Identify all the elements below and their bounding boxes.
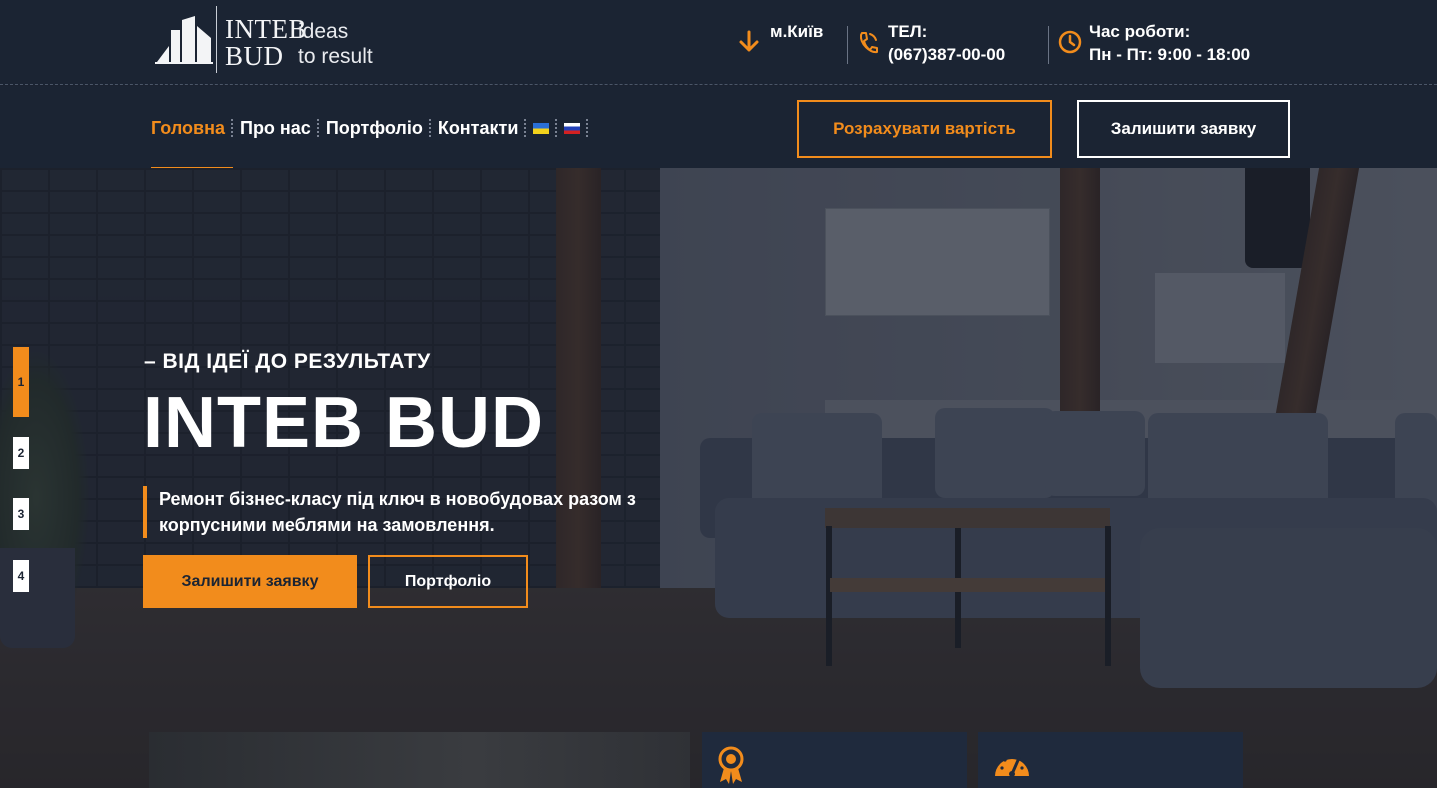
feature-card-quality[interactable] — [702, 732, 967, 788]
nav-separator — [316, 119, 320, 137]
slide-dot-2[interactable]: 2 — [13, 437, 29, 469]
top-bar: INTEB BUD ideas to result м.Київ ТЕЛ: (0… — [0, 0, 1437, 85]
hero-kicker: – ВІД ІДЕЇ ДО РЕЗУЛЬТАТУ — [144, 350, 431, 373]
city-label: м.Київ — [770, 22, 824, 41]
slide-dot-1[interactable]: 1 — [13, 347, 29, 417]
speedometer-icon — [995, 755, 1029, 777]
hours-value: Пн - Пт: 9:00 - 18:00 — [1089, 45, 1251, 64]
slide-dot-4[interactable]: 4 — [13, 560, 29, 592]
ua-flag-icon[interactable] — [533, 122, 550, 134]
arrow-down-icon — [739, 30, 759, 52]
building-logo-icon — [155, 16, 213, 64]
main-nav: Головна Про нас Портфоліо Контакти — [151, 116, 595, 140]
hours-block: Час роботи: Пн - Пт: 9:00 - 18:00 — [1058, 20, 1288, 70]
feature-card-image[interactable] — [149, 732, 690, 788]
phone-number[interactable]: (067)387-00-00 — [888, 43, 1005, 67]
nav-item-about[interactable]: Про нас — [240, 118, 311, 139]
divider — [847, 26, 848, 64]
nav-separator — [524, 119, 527, 137]
feature-card-speed[interactable] — [978, 732, 1243, 788]
hero-section — [0, 168, 1437, 788]
ru-flag-icon[interactable] — [564, 122, 581, 134]
logo-word-inteb: INTEB — [225, 14, 307, 44]
leave-request-button[interactable]: Залишити заявку — [1077, 100, 1290, 158]
nav-separator — [231, 119, 234, 137]
nav-item-contacts[interactable]: Контакти — [438, 118, 519, 139]
logo-tagline-result: to result — [298, 45, 373, 68]
nav-separator — [586, 119, 589, 137]
calculate-cost-button[interactable]: Розрахувати вартість — [797, 100, 1052, 158]
hours-title: Час роботи: — [1089, 22, 1191, 41]
nav-separator — [428, 119, 432, 137]
nav-separator — [555, 119, 558, 137]
logo-word-bud: BUD — [225, 41, 284, 71]
award-icon — [718, 746, 744, 784]
logo-tagline-ideas: ideas — [298, 20, 349, 43]
divider — [1048, 26, 1049, 64]
slide-dot-3[interactable]: 3 — [13, 498, 29, 530]
hero-overlay — [0, 168, 1437, 788]
phone-block[interactable]: ТЕЛ: (067)387-00-00 — [857, 20, 1037, 70]
logo-divider — [216, 6, 217, 73]
clock-icon — [1058, 30, 1082, 54]
nav-item-portfolio[interactable]: Портфоліо — [326, 118, 423, 139]
phone-icon — [859, 32, 878, 54]
nav-item-home[interactable]: Головна — [151, 118, 225, 139]
hero-portfolio-button[interactable]: Портфоліо — [368, 555, 528, 608]
hero-request-button[interactable]: Залишити заявку — [143, 555, 357, 608]
phone-title: ТЕЛ: — [888, 22, 928, 41]
hero-headline: INTEB BUD — [143, 383, 544, 463]
city-block: м.Київ — [737, 20, 837, 70]
hero-description: Ремонт бізнес-класу під ключ в новобудов… — [143, 486, 703, 538]
logo[interactable]: INTEB BUD ideas to result — [155, 6, 385, 74]
